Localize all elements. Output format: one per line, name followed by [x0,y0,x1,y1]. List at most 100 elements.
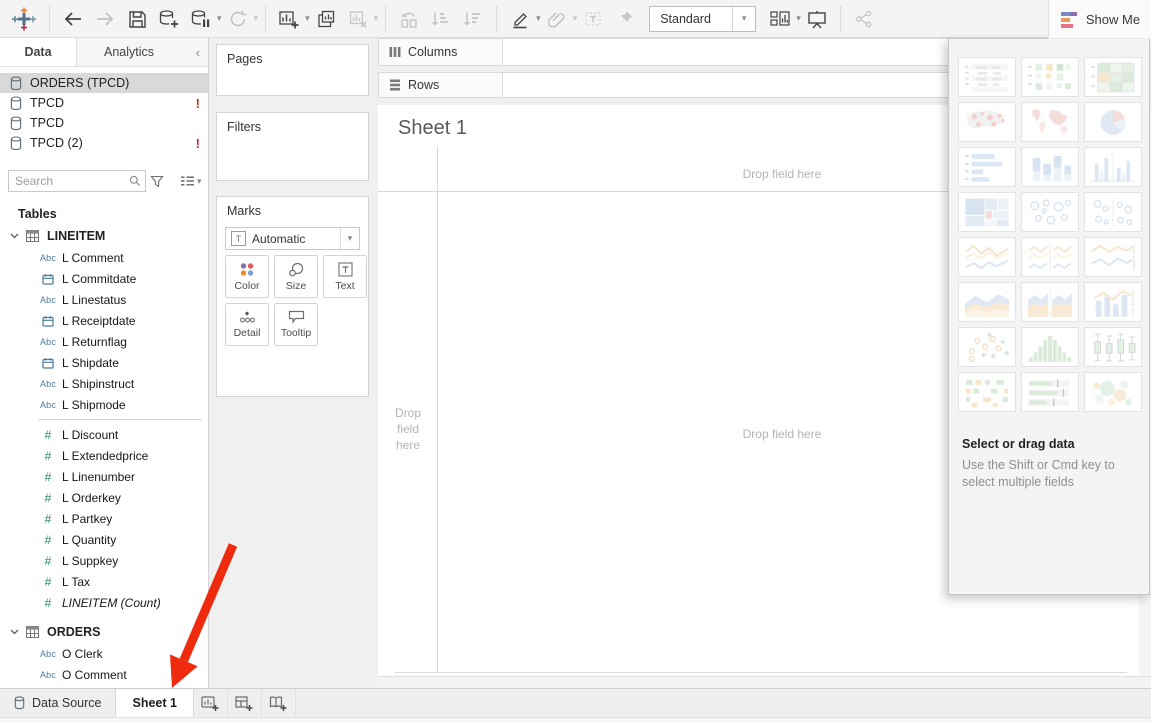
group-members-caret-icon[interactable]: ▾ [573,14,578,23]
view-options-button[interactable]: ▾ [176,175,206,187]
pause-auto-updates-button[interactable] [187,5,215,33]
new-worksheet-button[interactable] [275,5,303,33]
showme-chart-dual-combination[interactable] [1084,282,1142,322]
showme-chart-histogram[interactable] [1021,327,1079,367]
data-source-item[interactable]: TPCD [0,113,208,133]
field-row[interactable]: AbcO Comment [0,664,208,685]
refresh-data-caret-icon[interactable]: ▾ [254,14,259,23]
new-story-tab-button[interactable] [262,689,296,717]
showme-chart-treemap[interactable] [958,192,1016,232]
sort-ascending-button[interactable] [427,5,455,33]
showme-chart-scatter[interactable] [958,327,1016,367]
showme-chart-filled-map[interactable] [1021,102,1079,142]
highlight-button[interactable] [506,5,534,33]
show-me-button[interactable]: Show Me [1048,0,1151,39]
field-row[interactable]: #L Suppkey [0,550,208,571]
field-row[interactable]: L Commitdate [0,268,208,289]
showme-chart-horizontal-bars[interactable] [958,147,1016,187]
field-row[interactable]: AbcL Shipmode [0,394,208,415]
showme-chart-text-table[interactable] [958,57,1016,97]
tooltip-button[interactable]: Tooltip [274,303,318,346]
showme-chart-gantt[interactable] [958,372,1016,412]
mark-type-caret-icon[interactable]: ▾ [340,228,359,249]
filter-fields-button[interactable] [146,175,168,188]
new-worksheet-caret-icon[interactable]: ▾ [305,14,310,23]
tab-analytics[interactable]: Analytics [77,38,181,66]
showme-chart-discrete-lines[interactable] [1021,237,1079,277]
new-dashboard-tab-button[interactable] [228,689,262,717]
detail-button[interactable]: Detail [225,303,269,346]
presentation-mode-button[interactable] [803,5,831,33]
field-row[interactable]: #L Tax [0,571,208,592]
showme-chart-pie[interactable] [1084,102,1142,142]
undo-button[interactable] [59,5,87,33]
showme-chart-dual-lines[interactable] [1084,237,1142,277]
showme-chart-box-and-whisker[interactable] [1084,327,1142,367]
showme-chart-highlight-table[interactable] [1021,57,1079,97]
share-button[interactable] [850,5,878,33]
table-group-orders[interactable]: ORDERS [0,621,208,643]
save-button[interactable] [123,5,151,33]
showme-chart-side-by-side-bars[interactable] [1084,147,1142,187]
field-row[interactable]: #L Quantity [0,529,208,550]
field-row[interactable]: #L Linenumber [0,466,208,487]
field-row[interactable]: #L Partkey [0,508,208,529]
size-button[interactable]: Size [274,255,318,298]
table-group-lineitem[interactable]: LINEITEM [0,225,208,247]
field-row[interactable]: AbcL Comment [0,247,208,268]
new-data-source-button[interactable] [155,5,183,33]
show-hide-cards-button[interactable] [766,5,794,33]
show-hide-cards-caret-icon[interactable]: ▾ [796,14,801,23]
swap-rows-columns-button[interactable] [395,5,423,33]
tab-data[interactable]: Data [0,38,77,66]
showme-chart-bullet-graph[interactable] [1021,372,1079,412]
showme-chart-heat-map[interactable] [1084,57,1142,97]
field-row[interactable]: AbcO Clerk [0,643,208,664]
showme-chart-continuous-lines[interactable] [958,237,1016,277]
showme-chart-side-by-side-circles[interactable] [1084,192,1142,232]
clear-sheet-caret-icon[interactable]: ▾ [374,14,379,23]
showme-chart-stacked-bars[interactable] [1021,147,1079,187]
group-members-button[interactable] [543,5,571,33]
sort-descending-button[interactable] [459,5,487,33]
data-source-item[interactable]: ORDERS (TPCD) [0,73,208,93]
tableau-logo-icon[interactable] [8,5,40,33]
field-row[interactable]: #L Extendedprice [0,445,208,466]
showme-chart-symbol-map[interactable] [958,102,1016,142]
sheet-1-tab[interactable]: Sheet 1 [116,689,193,717]
color-button[interactable]: Color [225,255,269,298]
chevron-down-icon[interactable] [8,629,20,635]
showme-chart-continuous-area[interactable] [958,282,1016,322]
highlight-caret-icon[interactable]: ▾ [536,14,541,23]
field-row[interactable]: L Shipdate [0,352,208,373]
field-row[interactable]: L Receiptdate [0,310,208,331]
mark-type-dropdown[interactable]: T Automatic ▾ [225,227,360,250]
chevron-down-icon[interactable] [8,233,20,239]
field-row[interactable]: AbcL Linestatus [0,289,208,310]
showme-chart-discrete-area[interactable] [1021,282,1079,322]
redo-button[interactable] [91,5,119,33]
field-row[interactable]: #LINEITEM (Count) [0,592,208,613]
data-source-item[interactable]: TPCD ! [0,93,208,113]
pause-auto-updates-caret-icon[interactable]: ▾ [217,14,222,23]
field-row[interactable]: AbcL Shipinstruct [0,373,208,394]
horizontal-scrollbar[interactable] [378,676,1151,688]
filters-card[interactable]: Filters [216,112,369,181]
refresh-data-button[interactable] [224,5,252,33]
collapse-pane-icon[interactable]: ‹ [188,38,208,66]
drop-zone-left[interactable]: Drop field here [386,405,430,453]
duplicate-sheet-button[interactable] [312,5,340,33]
field-row[interactable]: AbcL Returnflag [0,331,208,352]
pages-card[interactable]: Pages [216,44,369,96]
text-button[interactable]: Text [323,255,367,298]
fix-axes-button[interactable] [611,5,639,33]
clear-sheet-button[interactable] [344,5,372,33]
search-input[interactable] [8,170,146,192]
show-mark-labels-button[interactable] [579,5,607,33]
new-worksheet-tab-button[interactable] [194,689,228,717]
field-row[interactable]: #L Orderkey [0,487,208,508]
showme-chart-packed-bubbles[interactable] [1084,372,1142,412]
data-source-tab[interactable]: Data Source [0,689,116,717]
fit-selector[interactable]: Standard ▾ [649,6,756,32]
fit-selector-caret-icon[interactable]: ▾ [732,7,755,31]
